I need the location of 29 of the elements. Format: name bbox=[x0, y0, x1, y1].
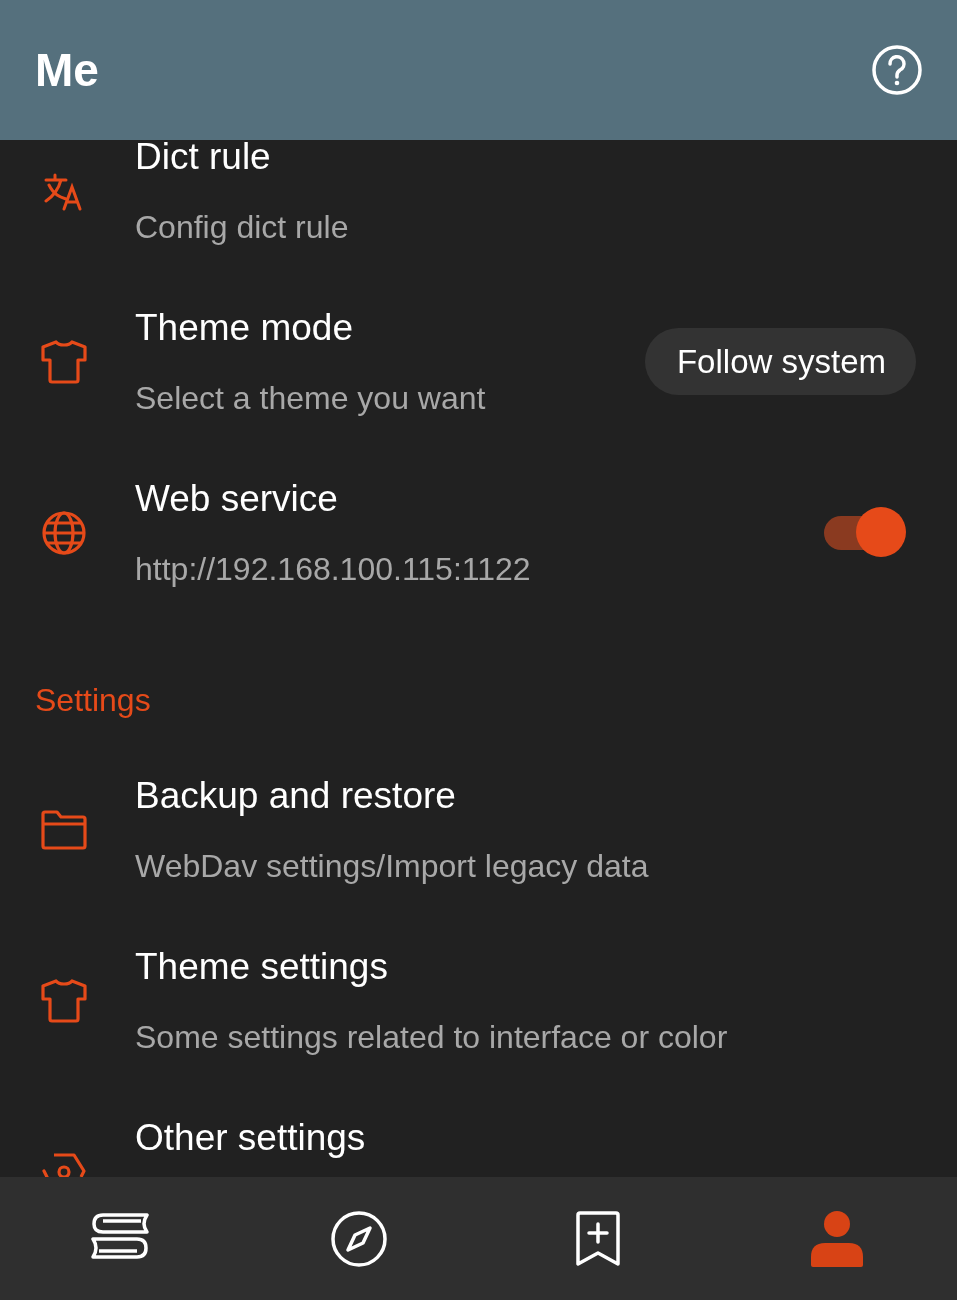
item-title: Backup and restore bbox=[135, 774, 457, 818]
settings-item[interactable]: Dict rule Config dict rule bbox=[0, 140, 957, 276]
item-title: Other settings bbox=[135, 1116, 367, 1160]
item-subtitle: Select a theme you want bbox=[135, 379, 487, 418]
item-title: Web service bbox=[135, 477, 339, 521]
section-header: Settings bbox=[35, 682, 151, 718]
shirt-icon bbox=[41, 978, 87, 1023]
item-title: Theme mode bbox=[135, 306, 354, 350]
settings-item[interactable]: Theme mode Select a theme you want Follow system bbox=[0, 276, 957, 447]
item-subtitle: Config dict rule bbox=[135, 208, 350, 247]
item-title: Theme settings bbox=[135, 945, 389, 989]
person-icon[interactable] bbox=[811, 1210, 864, 1267]
compass-icon[interactable] bbox=[329, 1209, 388, 1268]
item-subtitle: http://192.168.100.115:1122 bbox=[135, 550, 532, 589]
settings-item[interactable]: Backup and restore WebDav settings/Import legacy data bbox=[0, 744, 957, 915]
toggle-switch[interactable] bbox=[824, 506, 908, 559]
item-subtitle: WebDav settings/Import legacy data bbox=[135, 847, 650, 886]
settings-item[interactable]: Other settings bbox=[0, 1086, 957, 1177]
folder-icon bbox=[41, 809, 87, 850]
shirt-icon bbox=[41, 339, 87, 384]
item-title: Dict rule bbox=[135, 140, 272, 179]
screen-title: Me bbox=[35, 43, 99, 97]
settings-item[interactable]: Theme settings Some settings related to interface or color bbox=[0, 915, 957, 1086]
globe-icon bbox=[41, 509, 87, 556]
help-icon[interactable] bbox=[871, 44, 923, 96]
bookmark-add-icon[interactable] bbox=[574, 1210, 623, 1267]
settings-item[interactable]: Web service http://192.168.100.115:1122 bbox=[0, 447, 957, 618]
item-subtitle: Some settings related to interface or color bbox=[135, 1018, 729, 1057]
theme-dropdown[interactable]: Follow system bbox=[644, 328, 916, 395]
